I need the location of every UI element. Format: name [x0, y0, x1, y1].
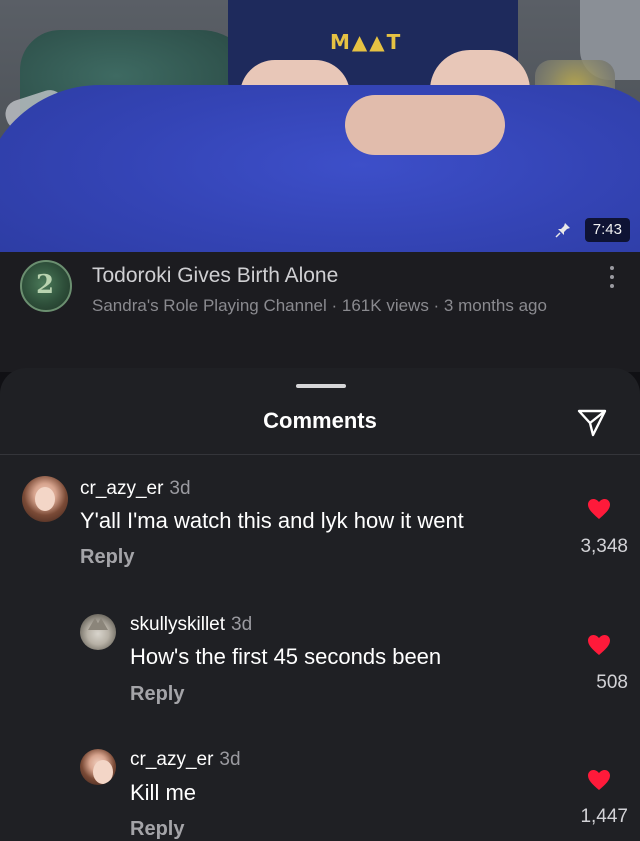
reply-button[interactable]: Reply	[130, 818, 184, 841]
video-meta: 2 Todoroki Gives Birth Alone Sandra's Ro…	[0, 252, 640, 372]
like-count: 3,348	[580, 536, 628, 557]
comment-username[interactable]: skullyskillet	[130, 614, 225, 635]
video-thumbnail[interactable]: M▲▲T 7:43	[0, 0, 640, 252]
avatar[interactable]	[80, 614, 116, 650]
video-duration: 7:43	[584, 218, 630, 242]
heart-icon[interactable]	[587, 498, 611, 520]
comment-header: cr_azy_er 3d	[130, 749, 241, 771]
comment-item: cr_azy_er 3d Kill me Reply 1,447	[0, 743, 640, 841]
comment-username[interactable]: cr_azy_er	[130, 749, 213, 770]
reply-button[interactable]: Reply	[80, 546, 134, 569]
comment-text: Y'all I'ma watch this and lyk how it wen…	[80, 508, 464, 533]
thumbnail-shirt-text: M▲▲T	[330, 30, 403, 54]
comment-text: Kill me	[130, 780, 197, 805]
reply-button[interactable]: Reply	[130, 683, 184, 706]
comment-header: skullyskillet 3d	[130, 614, 252, 636]
send-icon[interactable]	[576, 406, 608, 438]
channel-avatar-glyph: 2	[36, 270, 55, 300]
comments-sheet: Comments cr_azy_er 3d Y'all I'ma watch th…	[0, 368, 640, 841]
comment-time: 3d	[219, 749, 241, 770]
comment-time: 3d	[169, 478, 191, 499]
comment-text: How's the first 45 seconds been	[130, 644, 442, 669]
avatar[interactable]	[80, 749, 116, 785]
comment-item: skullyskillet 3d How's the first 45 secon…	[0, 606, 640, 726]
like-count: 508	[596, 672, 628, 693]
video-title[interactable]: Todoroki Gives Birth Alone	[92, 264, 338, 288]
like-count: 1,447	[580, 806, 628, 827]
thumbnail-hands	[345, 95, 505, 155]
channel-avatar[interactable]: 2	[20, 260, 72, 312]
comment-item: cr_azy_er 3d Y'all I'ma watch this and ly…	[0, 468, 640, 588]
more-vertical-icon[interactable]	[608, 266, 616, 288]
pin-icon	[555, 223, 570, 238]
comments-title: Comments	[263, 408, 377, 433]
avatar[interactable]	[22, 476, 68, 522]
sheet-grabber[interactable]	[296, 384, 346, 388]
thumbnail-blanket	[0, 85, 640, 252]
comment-time: 3d	[231, 614, 253, 635]
comment-username[interactable]: cr_azy_er	[80, 478, 163, 499]
video-subtitle: Sandra's Role Playing Channel · 161K vie…	[92, 296, 547, 315]
sheet-divider	[0, 454, 640, 455]
comment-header: cr_azy_er 3d	[80, 478, 191, 500]
heart-icon[interactable]	[587, 634, 611, 656]
heart-icon[interactable]	[587, 769, 611, 791]
